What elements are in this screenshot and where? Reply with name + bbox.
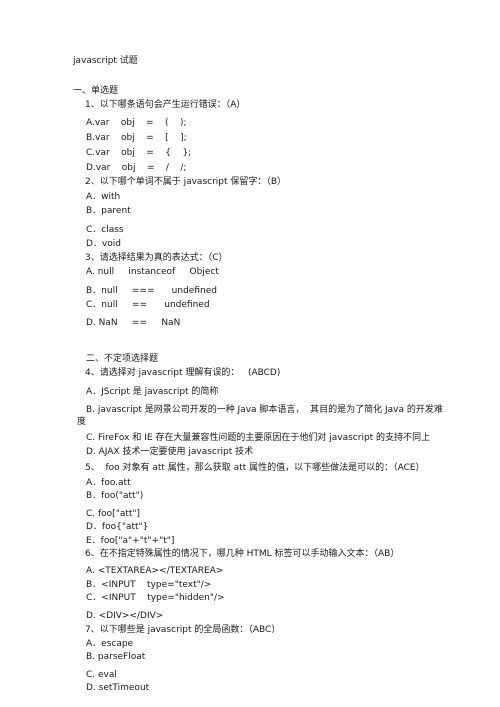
option-7c: C. eval [86,670,117,680]
question-3: 3、请选择结果为真的表达式：（C） [85,253,228,263]
option-3d: D. NaN == NaN [86,318,181,328]
question-2: 2、以下哪个单词不属于 javascript 保留字：（B） [85,177,287,187]
option-5c: C. foo["att"] [86,509,141,519]
question-5: 5、 foo 对象有 att 属性，那么获取 att 属性的值，以下哪些做法是可… [85,463,425,473]
option-5b: B．foo("att") [86,491,144,501]
question-7: 7、以下哪些是 javascript 的全局函数：（ABC） [85,625,281,635]
option-4c: C. FireFox 和 IE 存在大量兼容性问题的主要原因在于他们对 java… [86,433,431,443]
document-page: { "title": "javascript 试题", "sections": … [0,0,500,707]
question-6: 6、在不指定特殊属性的情况下，哪几种 HTML 标签可以手动输入文本：（AB） [85,549,400,559]
option-6c: C．<INPUT type="hidden"/> [86,593,225,603]
option-5d: D．foo{"att"} [86,522,149,532]
option-6b: B．<INPUT type="text"/> [86,580,212,590]
option-1a: A.var obj = ( ); [86,118,187,128]
section-heading-single-choice: 一、单选题 [73,86,119,96]
option-6d: D. <DIV></DIV> [86,611,164,621]
option-4d: D. AJAX 技术一定要使用 javascript 技术 [86,447,254,457]
option-6a: A. <TEXTAREA></TEXTAREA> [86,566,224,576]
option-1c: C.var obj = { }; [86,148,192,158]
option-5a: A．foo.att [86,478,131,488]
option-7b: B. parseFloat [86,652,146,662]
option-4a: A．JScript 是 javascript 的简称 [86,387,219,397]
option-3c: C．null == undefined [86,300,210,310]
question-1: 1、以下哪条语句会产生运行错误：（A） [85,100,246,110]
option-2b: B．parent [86,206,131,216]
option-5e: E．foo["a"+"t"+"t"] [86,536,175,546]
section-heading-multiple-choice: 二、不定项选择题 [86,354,159,364]
question-4: 4、请选择对 javascript 理解有误的： (ABCD) [85,368,281,378]
option-2c: C．class [86,225,124,235]
option-1b: B.var obj = [ ]; [86,133,187,143]
option-4b-continuation: 度 [77,417,87,427]
option-1d: D.var obj = / /; [86,163,187,173]
option-7a: A．escape [86,639,134,649]
option-3b: B．null === undefined [86,286,217,296]
option-4b: B. javascript 是网景公司开发的一种 Java 脚本语言， 其目的是… [86,405,443,415]
option-2a: A．with [86,192,121,202]
option-2d: D．void [86,239,121,249]
option-7d: D. setTimeout [86,683,150,693]
option-3a: A. null instanceof Object [86,267,219,277]
document-title: javascript 试题 [73,56,138,66]
